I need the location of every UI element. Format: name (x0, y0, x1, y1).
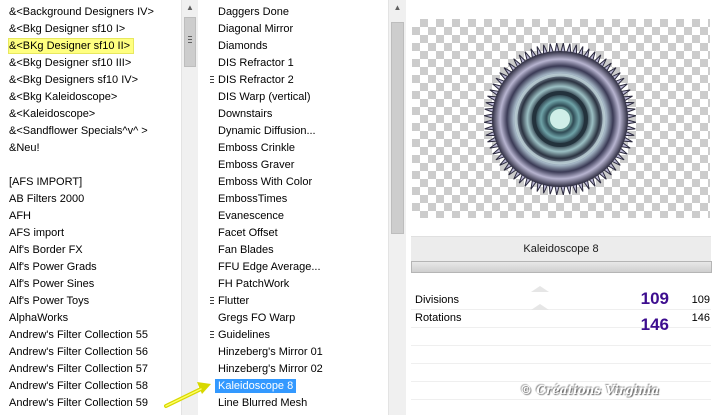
scroll-up-arrow-icon[interactable]: ▲ (182, 0, 198, 16)
filter-progress-bar (411, 261, 712, 273)
filter-item[interactable]: Fan Blades (210, 242, 385, 259)
category-item[interactable]: Alf's Border FX (0, 242, 180, 259)
param-label: Divisions (415, 294, 460, 306)
filter-item[interactable]: EmbossTimes (210, 191, 385, 208)
param-value-small: 146 (691, 312, 710, 324)
filter-item[interactable]: Daggers Done (210, 4, 385, 21)
filter-item[interactable]: Diagonal Mirror (210, 21, 385, 38)
filter-item[interactable]: DIS Refractor 1 (210, 55, 385, 72)
category-item[interactable]: AlphaWorks (0, 310, 180, 327)
grip-line (188, 42, 192, 43)
pointer-arrow-icon (164, 382, 211, 408)
filter-item[interactable]: Hinzeberg's Mirror 01 (210, 344, 385, 361)
filter-item[interactable]: FH PatchWork (210, 276, 385, 293)
param-label: Rotations (415, 312, 462, 324)
category-scroll-thumb[interactable] (184, 17, 196, 67)
filter-list-pane: Daggers Done Diagonal Mirror Diamonds DI… (210, 0, 385, 415)
category-item[interactable]: &<Bkg Designer sf10 III> (0, 55, 180, 72)
filter-item[interactable]: Evanescence (210, 208, 385, 225)
category-item[interactable]: &<Kaleidoscope> (0, 106, 180, 123)
filter-item[interactable]: Diamonds (210, 38, 385, 55)
filter-item[interactable]: Emboss With Color (210, 174, 385, 191)
filter-item[interactable]: Emboss Graver (210, 157, 385, 174)
category-list-pane: &<Background Designers IV> &<Bkg Designe… (0, 0, 180, 415)
category-item[interactable]: AB Filters 2000 (0, 191, 180, 208)
kaleidoscope-preview-image (483, 42, 637, 196)
filter-item[interactable]: Gregs FO Warp (210, 310, 385, 327)
category-item[interactable]: AFH (0, 208, 180, 225)
watermark-credit: © Créations Virginia (520, 383, 660, 397)
grip-line (188, 39, 192, 40)
category-item[interactable]: Alf's Power Toys (0, 293, 180, 310)
center-dot (548, 107, 572, 131)
filter-item-selected[interactable]: Kaleidoscope 8 (210, 378, 385, 395)
filter-preview (412, 19, 710, 218)
category-item[interactable]: &<Bkg Designers sf10 IV> (0, 72, 180, 89)
filter-list: Daggers Done Diagonal Mirror Diamonds DI… (210, 4, 385, 412)
drag-handle-icon (210, 331, 214, 340)
drag-handle-icon (210, 297, 214, 306)
filter-scroll-thumb[interactable] (391, 22, 404, 234)
filter-item[interactable]: FFU Edge Average... (210, 259, 385, 276)
param-row-rotations[interactable]: Rotations 146 146 (411, 304, 711, 334)
grip-line (188, 36, 192, 37)
filter-item[interactable]: DIS Refractor 2 (210, 72, 385, 89)
filter-item[interactable]: Hinzeberg's Mirror 02 (210, 361, 385, 378)
category-item[interactable]: Andrew's Filter Collection 57 (0, 361, 180, 378)
param-value[interactable]: 109 (621, 289, 669, 309)
filter-item[interactable]: Emboss Crinkle (210, 140, 385, 157)
param-value-small: 109 (691, 294, 710, 306)
category-item[interactable]: &<Sandflower Specials^v^ > (0, 123, 180, 140)
slider-handle-icon[interactable] (531, 286, 549, 292)
category-item[interactable]: Andrew's Filter Collection 56 (0, 344, 180, 361)
filter-item[interactable]: Guidelines (210, 327, 385, 344)
slider-handle-icon[interactable] (531, 304, 549, 310)
param-row-divisions[interactable]: Divisions 109 109 (411, 286, 711, 310)
filter-item[interactable]: DIS Warp (vertical) (210, 89, 385, 106)
filter-item[interactable]: Flutter (210, 293, 385, 310)
category-item[interactable]: &<Background Designers IV> (0, 4, 180, 21)
filter-scrollbar[interactable]: ▲ (388, 0, 406, 415)
category-item[interactable]: Andrew's Filter Collection 55 (0, 327, 180, 344)
filter-item[interactable]: Facet Offset (210, 225, 385, 242)
filter-item[interactable]: Dynamic Diffusion... (210, 123, 385, 140)
category-item[interactable]: &<Bkg Kaleidoscope> (0, 89, 180, 106)
category-item[interactable]: Andrew's Filter Collection 58 (0, 378, 180, 395)
category-item[interactable]: Andrew's Filter Collection 59 (0, 395, 180, 412)
category-item[interactable]: AFS import (0, 225, 180, 242)
category-item[interactable]: &Neu! (0, 140, 180, 157)
category-item-blank[interactable] (0, 157, 180, 174)
filter-item[interactable]: Line Blurred Mesh (210, 395, 385, 412)
category-item[interactable]: Alf's Power Grads (0, 259, 180, 276)
category-list: &<Background Designers IV> &<Bkg Designe… (0, 4, 180, 412)
scroll-up-arrow-icon[interactable]: ▲ (389, 0, 406, 16)
drag-handle-icon (210, 76, 214, 85)
category-item-selected[interactable]: &<BKg Designer sf10 II> (0, 38, 180, 55)
param-value[interactable]: 146 (621, 315, 669, 335)
filter-name-label: Kaleidoscope 8 (411, 236, 711, 261)
category-scrollbar[interactable]: ▲ (181, 0, 198, 415)
filter-item[interactable]: Downstairs (210, 106, 385, 123)
category-item[interactable]: &<Bkg Designer sf10 I> (0, 21, 180, 38)
category-item[interactable]: Alf's Power Sines (0, 276, 180, 293)
category-item[interactable]: [AFS IMPORT] (0, 174, 180, 191)
